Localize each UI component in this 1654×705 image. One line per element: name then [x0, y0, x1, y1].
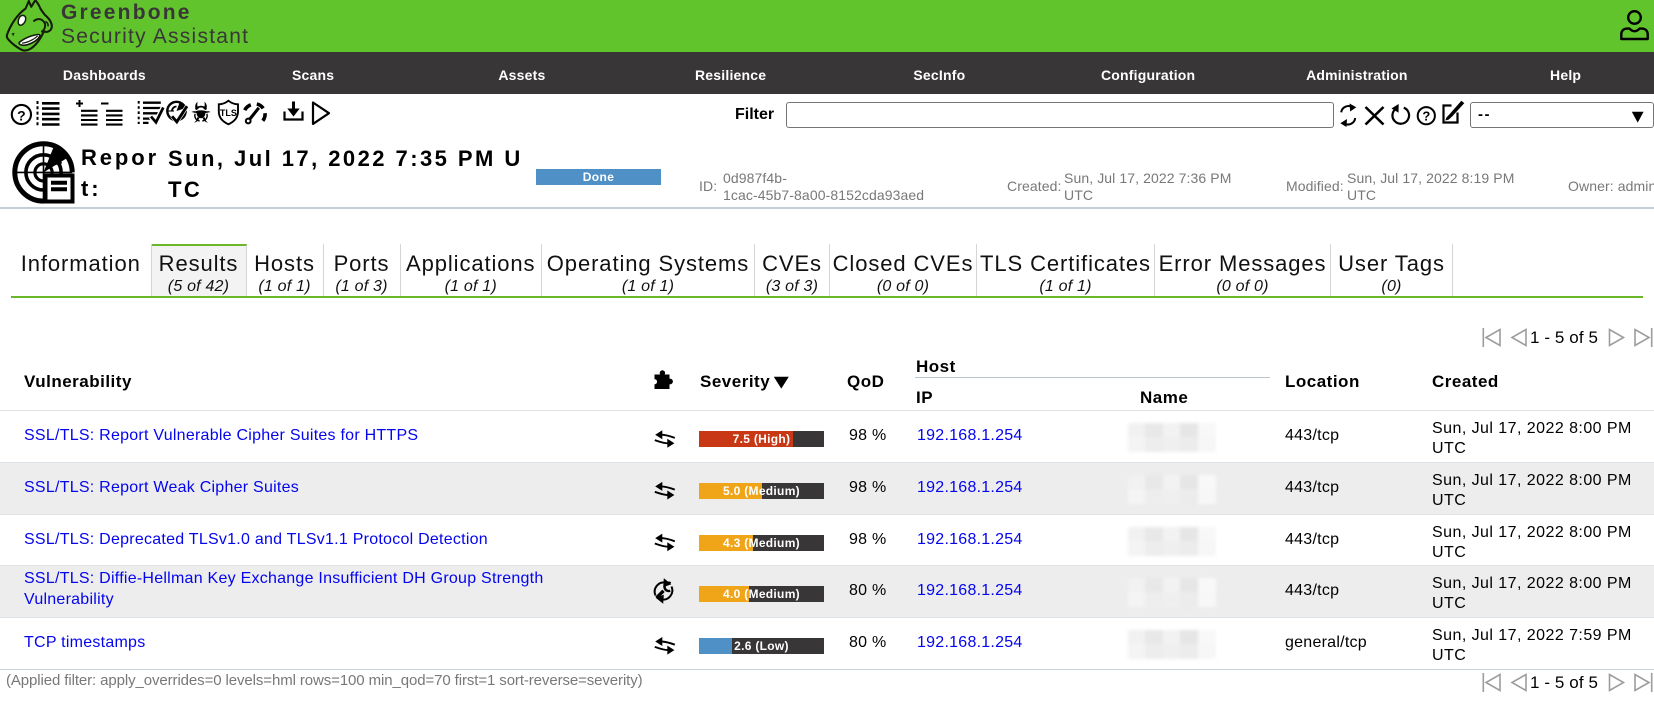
svg-text:?: ?: [1422, 109, 1430, 124]
svg-text:TLS: TLS: [220, 108, 237, 118]
svg-text:?: ?: [17, 107, 26, 123]
